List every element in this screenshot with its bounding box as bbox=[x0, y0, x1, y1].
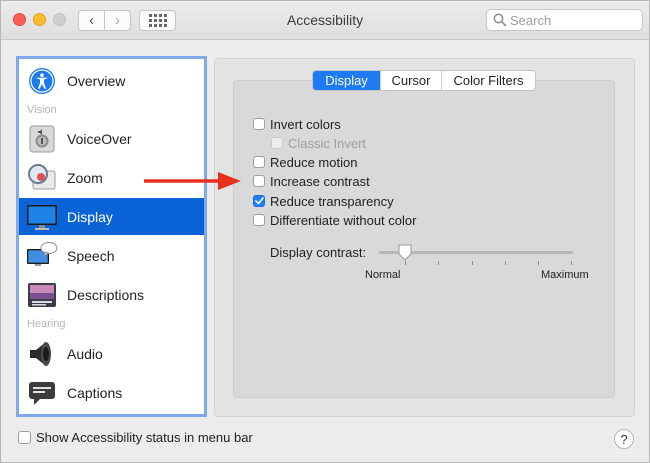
captions-icon bbox=[25, 378, 59, 408]
help-button[interactable]: ? bbox=[614, 429, 634, 449]
slider-tick bbox=[438, 261, 439, 265]
slider-tick bbox=[538, 261, 539, 265]
sidebar-section-vision: Vision bbox=[27, 104, 57, 116]
contrast-slider-thumb[interactable] bbox=[397, 244, 413, 262]
speaker-icon bbox=[25, 339, 59, 369]
slider-tick bbox=[405, 261, 406, 265]
sidebar-item-overview[interactable]: Overview bbox=[19, 62, 204, 99]
sidebar-item-label: Speech bbox=[67, 247, 115, 264]
sidebar-item-audio[interactable]: Audio bbox=[19, 335, 204, 372]
zoom-magnifier-icon bbox=[25, 163, 59, 193]
sidebar-item-captions[interactable]: Captions bbox=[19, 374, 204, 411]
checkbox-label: Reduce transparency bbox=[270, 193, 394, 209]
invert-colors-checkbox[interactable]: Invert colors bbox=[253, 115, 341, 133]
red-arrow-annotation-icon bbox=[144, 172, 241, 190]
slider-max-label: Maximum bbox=[541, 269, 589, 281]
sidebar: Overview Vision VoiceOver Zoom Display S… bbox=[16, 56, 207, 417]
accessibility-person-icon bbox=[25, 66, 59, 96]
search-field[interactable] bbox=[486, 9, 643, 31]
sidebar-item-label: Zoom bbox=[67, 169, 103, 186]
sidebar-item-voiceover[interactable]: VoiceOver bbox=[19, 120, 204, 157]
slider-tick bbox=[472, 261, 473, 265]
sidebar-item-display[interactable]: Display bbox=[19, 198, 204, 235]
checkbox-box[interactable] bbox=[253, 175, 265, 187]
checkbox-box[interactable] bbox=[18, 431, 31, 444]
differentiate-without-color-checkbox[interactable]: Differentiate without color bbox=[253, 211, 416, 229]
classic-invert-checkbox: Classic Invert bbox=[271, 134, 366, 152]
slider-tick bbox=[571, 261, 572, 265]
sidebar-item-label: Audio bbox=[67, 345, 103, 362]
show-status-in-menu-bar-checkbox[interactable]: Show Accessibility status in menu bar bbox=[18, 430, 253, 445]
reduce-motion-checkbox[interactable]: Reduce motion bbox=[253, 153, 357, 171]
checkbox-label: Increase contrast bbox=[270, 173, 370, 189]
display-contrast-label: Display contrast: bbox=[270, 245, 367, 260]
reduce-transparency-checkbox[interactable]: Reduce transparency bbox=[253, 192, 394, 210]
sidebar-item-label: Display bbox=[67, 208, 113, 225]
checkmark-icon bbox=[254, 197, 264, 205]
sidebar-item-label: VoiceOver bbox=[67, 130, 132, 147]
preferences-window: ‹ › Accessibility Search Overview Vision… bbox=[0, 0, 650, 463]
checkbox-box[interactable] bbox=[253, 118, 265, 130]
sidebar-item-label: Captions bbox=[67, 384, 123, 401]
checkbox-label: Classic Invert bbox=[288, 135, 367, 151]
checkbox-label: Show Accessibility status in menu bar bbox=[36, 430, 253, 445]
checkbox-box[interactable] bbox=[253, 156, 265, 168]
checkbox-box bbox=[271, 137, 283, 149]
speech-icon bbox=[25, 241, 59, 271]
descriptions-icon bbox=[25, 280, 59, 310]
search-input[interactable] bbox=[510, 12, 635, 28]
slider-min-label: Normal bbox=[365, 269, 401, 281]
checkbox-box[interactable] bbox=[253, 214, 265, 226]
tab-display[interactable]: Display bbox=[313, 71, 380, 90]
tab-color-filters[interactable]: Color Filters bbox=[441, 71, 535, 90]
title-bar: ‹ › Accessibility bbox=[1, 1, 649, 40]
checkbox-label: Invert colors bbox=[270, 116, 341, 132]
increase-contrast-checkbox[interactable]: Increase contrast bbox=[253, 172, 370, 190]
segmented-tabs: Display Cursor Color Filters bbox=[312, 70, 536, 91]
tab-cursor[interactable]: Cursor bbox=[380, 71, 441, 90]
sidebar-item-label: Overview bbox=[67, 72, 126, 89]
voiceover-icon bbox=[25, 124, 59, 154]
checkbox-label: Reduce motion bbox=[270, 154, 358, 170]
sidebar-item-descriptions[interactable]: Descriptions bbox=[19, 276, 204, 313]
sidebar-section-hearing: Hearing bbox=[27, 318, 66, 330]
sidebar-item-label: Descriptions bbox=[67, 286, 145, 303]
slider-tick bbox=[505, 261, 506, 265]
display-monitor-icon bbox=[25, 202, 59, 232]
search-icon bbox=[493, 13, 507, 27]
checkbox-label: Differentiate without color bbox=[270, 212, 417, 228]
sidebar-item-speech[interactable]: Speech bbox=[19, 237, 204, 274]
checkbox-box[interactable] bbox=[253, 195, 265, 207]
